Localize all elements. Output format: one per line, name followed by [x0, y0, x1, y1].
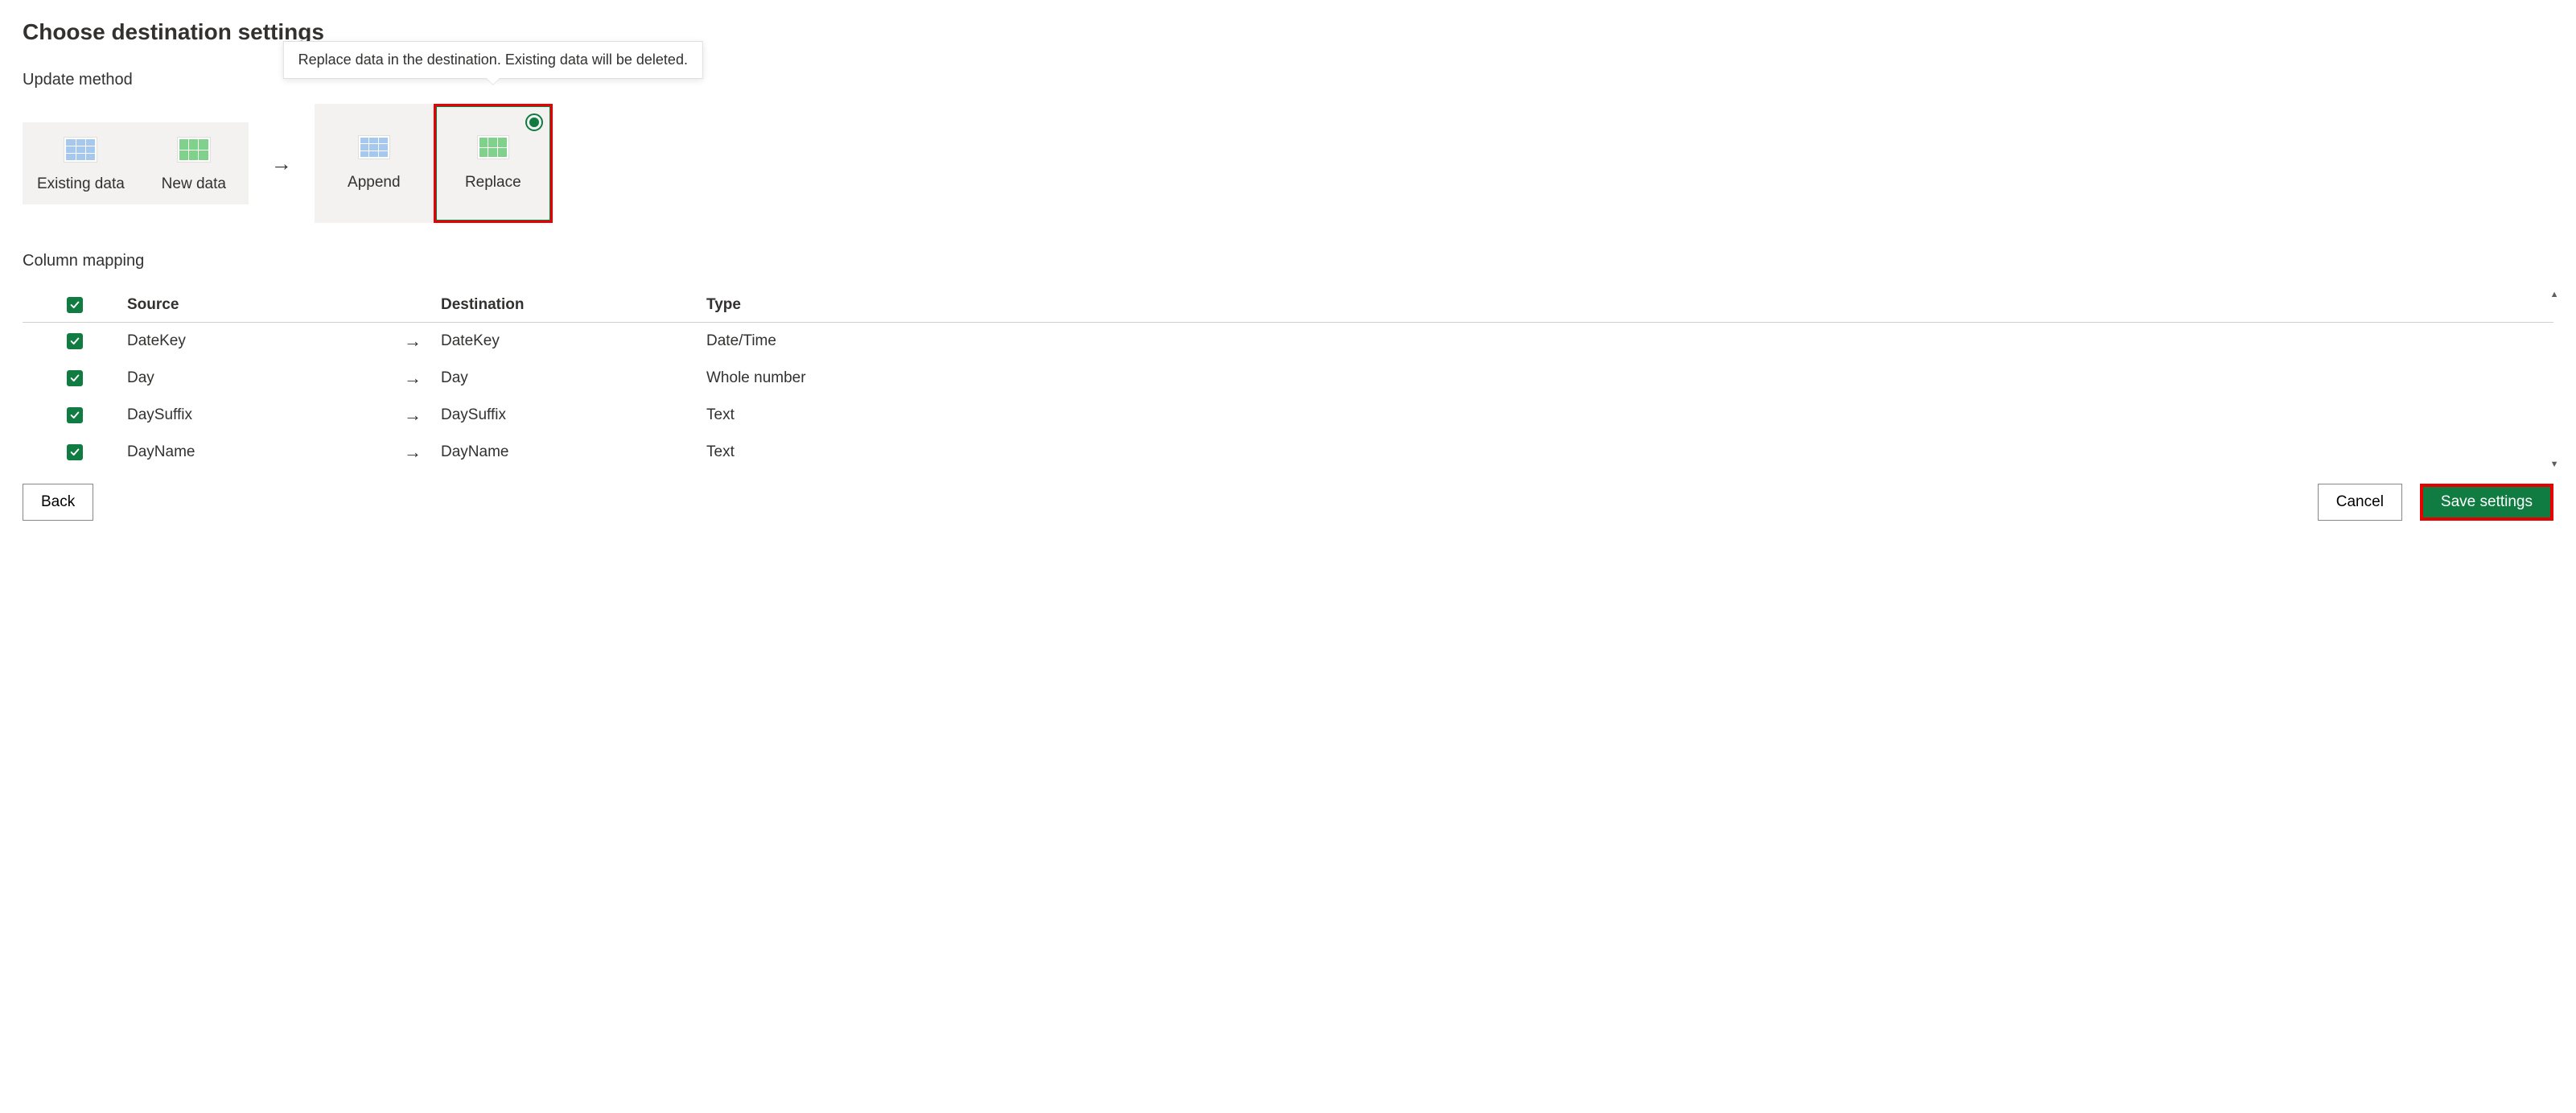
radio-selected-icon: [525, 113, 543, 131]
source-cell: DaySuffix: [127, 406, 385, 424]
header-destination: Destination: [441, 296, 706, 314]
footer: Back Cancel Save settings: [23, 484, 2553, 521]
replace-label: Replace: [465, 174, 521, 192]
source-cell: DayName: [127, 443, 385, 461]
destination-cell: DaySuffix: [441, 406, 706, 424]
update-method-row: Existing data New data → Append Replace …: [23, 104, 2553, 223]
method-options: Append Replace data in the destination. …: [315, 104, 553, 223]
mapping-grid: Source Destination Type DateKey → DateKe…: [23, 288, 2553, 471]
mapping-row: DayName → DayName Text: [23, 434, 2553, 471]
table-green-icon: [477, 135, 509, 159]
row-checkbox[interactable]: [67, 407, 83, 423]
header-type: Type: [706, 296, 2553, 314]
mapping-row: DaySuffix → DaySuffix Text: [23, 397, 2553, 434]
existing-data-card: Existing data: [37, 137, 125, 193]
scroll-down-icon[interactable]: ▼: [2550, 460, 2559, 469]
header-source: Source: [127, 296, 385, 314]
arrow-right-icon: →: [271, 151, 292, 176]
cancel-button[interactable]: Cancel: [2318, 484, 2402, 521]
mapping-row: Day → Day Whole number: [23, 360, 2553, 397]
replace-tooltip: Replace data in the destination. Existin…: [283, 41, 703, 79]
destination-cell: DayName: [441, 443, 706, 461]
existing-data-label: Existing data: [37, 175, 125, 193]
source-cell: Day: [127, 369, 385, 387]
row-checkbox[interactable]: [67, 444, 83, 460]
append-option[interactable]: Append: [315, 104, 434, 223]
arrow-right-icon: →: [385, 442, 441, 463]
type-cell: Text: [706, 406, 2553, 424]
destination-cell: DateKey: [441, 332, 706, 350]
row-checkbox[interactable]: [67, 370, 83, 386]
data-cards: Existing data New data: [23, 122, 249, 204]
table-blue-icon: [358, 135, 390, 159]
select-all-checkbox[interactable]: [67, 297, 83, 313]
append-label: Append: [348, 174, 401, 192]
arrow-right-icon: →: [385, 405, 441, 426]
source-cell: DateKey: [127, 332, 385, 350]
table-green-icon: [177, 137, 211, 163]
destination-cell: Day: [441, 369, 706, 387]
save-settings-button[interactable]: Save settings: [2420, 484, 2553, 521]
type-cell: Whole number: [706, 369, 2553, 387]
arrow-right-icon: →: [385, 368, 441, 389]
mapping-header-row: Source Destination Type: [23, 288, 2553, 323]
replace-option[interactable]: Replace data in the destination. Existin…: [434, 104, 553, 223]
arrow-right-icon: →: [385, 331, 441, 352]
new-data-label: New data: [162, 175, 226, 193]
type-cell: Text: [706, 443, 2553, 461]
back-button[interactable]: Back: [23, 484, 93, 521]
scrollbar[interactable]: ▲ ▼: [2550, 288, 2558, 471]
new-data-card: New data: [154, 137, 234, 193]
scroll-up-icon[interactable]: ▲: [2550, 290, 2559, 299]
type-cell: Date/Time: [706, 332, 2553, 350]
mapping-row: DateKey → DateKey Date/Time: [23, 323, 2553, 360]
column-mapping-section: Column mapping Source Destination Type D…: [23, 252, 2553, 471]
column-mapping-label: Column mapping: [23, 252, 2553, 270]
table-blue-icon: [64, 137, 97, 163]
row-checkbox[interactable]: [67, 333, 83, 349]
